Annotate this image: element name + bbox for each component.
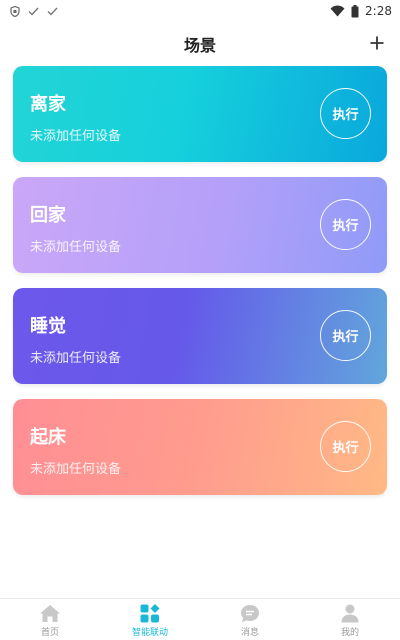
scene-list: 离家 未添加任何设备 执行 回家 未添加任何设备 执行 睡觉 未添加任何设备 执…: [13, 66, 387, 510]
check-icon: [47, 7, 58, 16]
scene-name: 离家: [30, 94, 66, 115]
wifi-icon: [330, 5, 345, 17]
nav-label: 智能联动: [131, 628, 168, 638]
message-icon: [240, 604, 260, 623]
bottom-nav: 首页 智能联动 消息 我的: [0, 598, 400, 640]
scene-desc: 未添加任何设备: [30, 462, 122, 477]
execute-button[interactable]: 执行: [320, 88, 371, 139]
scene-desc: 未添加任何设备: [30, 129, 122, 144]
nav-item-mine[interactable]: 我的: [300, 599, 400, 640]
nav-item-smart-linkage[interactable]: 智能联动: [100, 599, 200, 640]
shield-icon: [10, 5, 20, 17]
add-scene-button[interactable]: [364, 30, 390, 56]
header: 场景: [0, 22, 400, 66]
plus-icon: [370, 36, 384, 50]
page-title: 场景: [183, 36, 216, 55]
scene-desc: 未添加任何设备: [30, 240, 122, 255]
nav-label: 首页: [40, 628, 59, 638]
battery-icon: [351, 4, 359, 18]
nav-item-home[interactable]: 首页: [0, 599, 100, 640]
scene-card-leave-home[interactable]: 离家 未添加任何设备 执行: [13, 66, 387, 162]
status-time: 2:28: [365, 4, 392, 18]
check-icon: [28, 7, 39, 16]
status-right: 2:28: [330, 4, 392, 18]
scene-name: 回家: [30, 205, 66, 226]
home-icon: [39, 604, 61, 623]
execute-button[interactable]: 执行: [320, 199, 371, 250]
execute-button[interactable]: 执行: [320, 310, 371, 361]
scene-card-sleep[interactable]: 睡觉 未添加任何设备 执行: [13, 288, 387, 384]
scene-name: 睡觉: [30, 316, 66, 337]
status-left: [10, 5, 58, 17]
user-icon: [341, 604, 359, 623]
nav-item-messages[interactable]: 消息: [200, 599, 300, 640]
scene-desc: 未添加任何设备: [30, 351, 122, 366]
nav-label: 消息: [240, 628, 259, 638]
scene-name: 起床: [30, 427, 66, 448]
nav-label: 我的: [340, 628, 359, 638]
scene-card-come-home[interactable]: 回家 未添加任何设备 执行: [13, 177, 387, 273]
status-bar: 2:28: [0, 0, 400, 22]
scene-card-wake-up[interactable]: 起床 未添加任何设备 执行: [13, 399, 387, 495]
execute-button[interactable]: 执行: [320, 421, 371, 472]
grid-icon: [140, 604, 160, 623]
